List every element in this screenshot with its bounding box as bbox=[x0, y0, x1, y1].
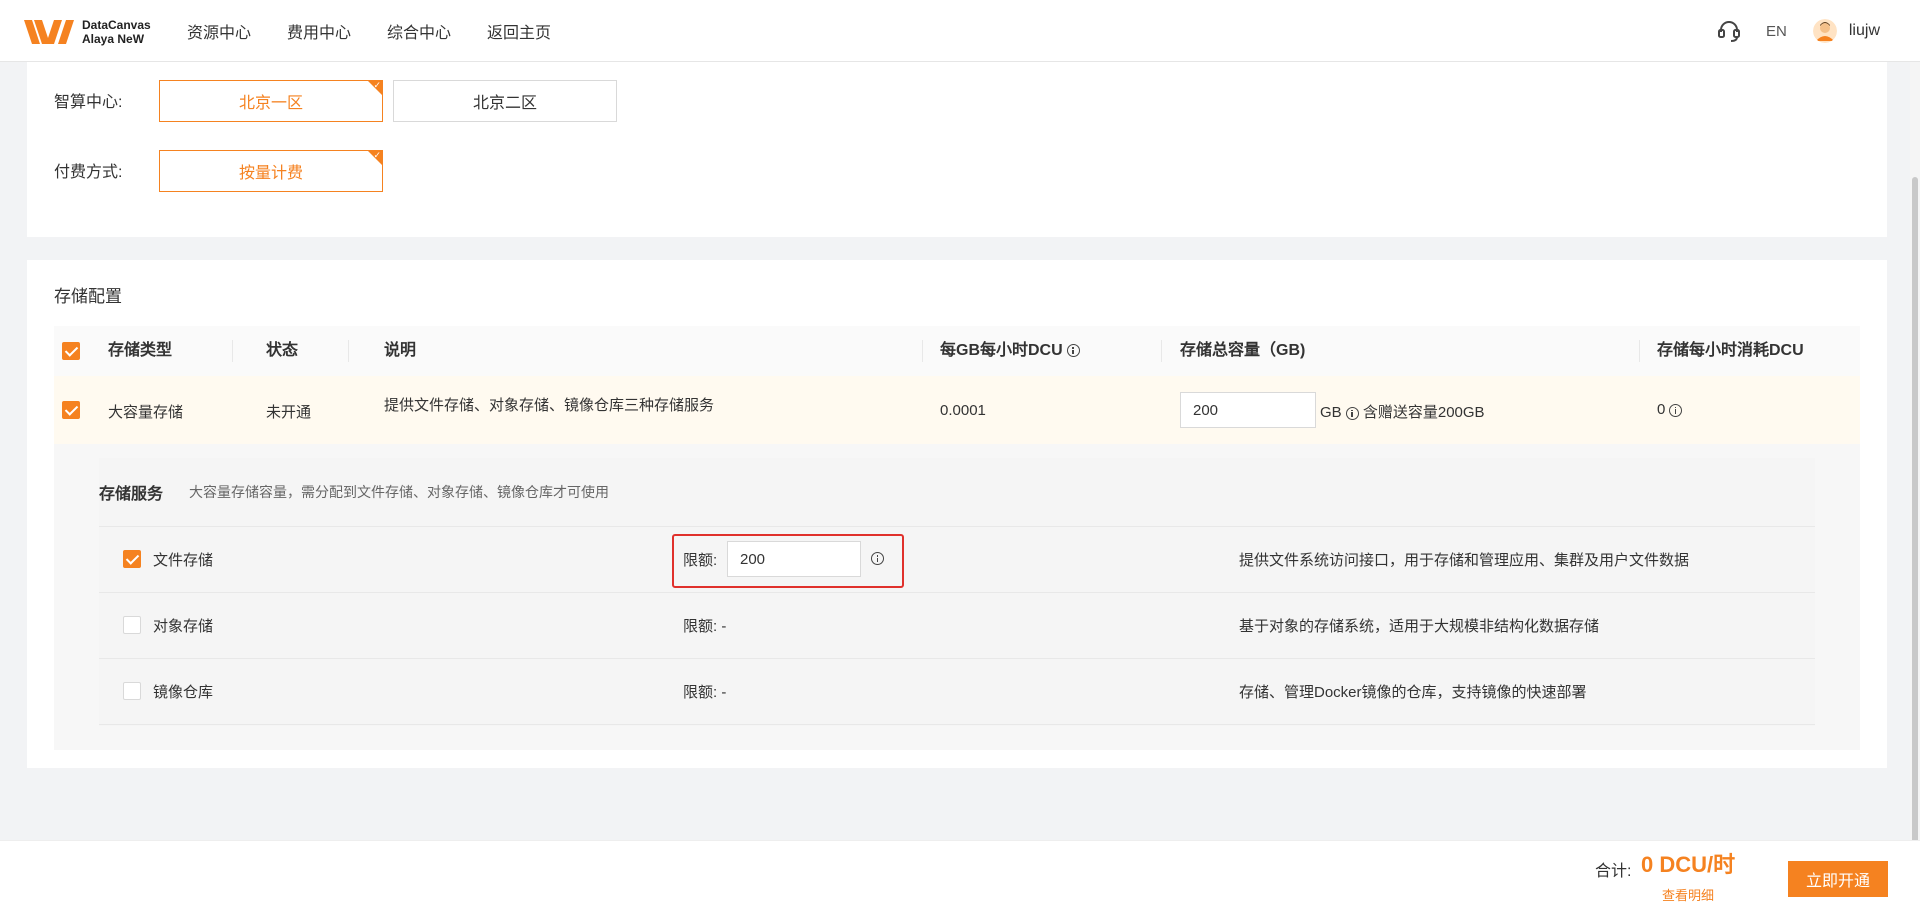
limit-label: 限额: bbox=[683, 684, 718, 701]
column-divider bbox=[232, 340, 233, 362]
service-description: 提供文件系统访问接口，用于存储和管理应用、集群及用户文件数据 bbox=[1239, 552, 1690, 569]
nav-general-center[interactable]: 综合中心 bbox=[387, 19, 451, 43]
main-nav: 资源中心 费用中心 综合中心 返回主页 bbox=[187, 0, 587, 62]
activate-now-button[interactable]: 立即开通 bbox=[1788, 861, 1888, 897]
service-name: 镜像仓库 bbox=[153, 684, 214, 701]
storage-services-expand: 存储服务 大容量存储容量，需分配到文件存储、对象存储、镜像仓库才可使用 文件存储… bbox=[54, 444, 1860, 750]
col-storage-type: 存储类型 bbox=[108, 342, 173, 359]
service-row-file-storage: 文件存储 限额: 提供文件系统访问接口，用于存储和管理应用、集群及用户文件数据 bbox=[99, 526, 1815, 593]
select-all-checkbox[interactable] bbox=[62, 342, 80, 360]
col-status: 状态 bbox=[266, 342, 299, 359]
language-switch[interactable]: EN bbox=[1766, 23, 1787, 40]
storage-status: 未开通 bbox=[266, 404, 312, 421]
object-storage-checkbox[interactable] bbox=[123, 616, 141, 634]
column-divider bbox=[1161, 340, 1162, 362]
logo-line1: DataCanvas bbox=[82, 18, 151, 32]
center-option-beijing-1[interactable]: 北京一区 ✓ bbox=[159, 80, 383, 122]
check-icon: ✓ bbox=[373, 80, 381, 90]
logo[interactable]: DataCanvas Alaya NeW bbox=[24, 18, 151, 46]
username[interactable]: liujw bbox=[1849, 22, 1880, 40]
user-avatar-icon[interactable] bbox=[1812, 19, 1837, 43]
table-row-mass-storage: 大容量存储 未开通 提供文件存储、对象存储、镜像仓库三种存储服务 0.0001 … bbox=[54, 376, 1860, 445]
datacanvas-logo-icon bbox=[24, 20, 74, 44]
col-total-capacity: 存储总容量（GB) bbox=[1180, 342, 1306, 359]
total-label: 合计: bbox=[1595, 863, 1632, 880]
storage-services-panel: 存储服务 大容量存储容量，需分配到文件存储、对象存储、镜像仓库才可使用 文件存储… bbox=[99, 458, 1815, 726]
header-right: EN liujw bbox=[1716, 0, 1880, 62]
region-config-card: 智算中心: 北京一区 ✓ 北京二区 付费方式: 按量计费 ✓ bbox=[27, 62, 1887, 237]
storage-services-title: 存储服务 bbox=[99, 486, 164, 503]
compute-center-label: 智算中心: bbox=[54, 94, 123, 111]
total-capacity-input[interactable] bbox=[1180, 392, 1316, 428]
hourly-dcu-value: 0 bbox=[1657, 401, 1666, 418]
storage-type: 大容量存储 bbox=[108, 404, 184, 421]
center-option-label: 北京一区 bbox=[238, 95, 303, 112]
col-description: 说明 bbox=[384, 342, 417, 359]
total-value: 0 DCU/时 bbox=[1641, 852, 1736, 877]
storage-config-card: 存储配置 存储类型 状态 说明 每GB每小时DCU 存储总容量（GB) 存储每小… bbox=[27, 260, 1887, 768]
service-name: 对象存储 bbox=[153, 618, 214, 635]
center-option-label: 北京二区 bbox=[472, 95, 537, 112]
limit-label-group: 限额: - bbox=[683, 615, 726, 636]
headset-support-icon[interactable] bbox=[1716, 18, 1742, 44]
payment-method-label: 付费方式: bbox=[54, 164, 123, 181]
center-option-beijing-2[interactable]: 北京二区 bbox=[393, 80, 617, 122]
payment-option-pay-as-you-go[interactable]: 按量计费 ✓ bbox=[159, 150, 383, 192]
service-row-object-storage: 对象存储 限额: - 基于对象的存储系统，适用于大规模非结构化数据存储 bbox=[99, 592, 1815, 659]
service-description: 基于对象的存储系统，适用于大规模非结构化数据存储 bbox=[1239, 618, 1600, 635]
info-icon[interactable] bbox=[1345, 406, 1359, 420]
info-icon[interactable] bbox=[871, 552, 884, 565]
dcu-per-gb-value: 0.0001 bbox=[940, 402, 986, 419]
storage-table-header: 存储类型 状态 说明 每GB每小时DCU 存储总容量（GB) 存储每小时消耗DC… bbox=[54, 326, 1860, 377]
hourly-dcu-group: 0 bbox=[1657, 401, 1683, 418]
file-storage-checkbox[interactable] bbox=[123, 550, 141, 568]
col-dcu-per-gb: 每GB每小时DCU bbox=[940, 326, 1080, 376]
top-header: DataCanvas Alaya NeW 资源中心 费用中心 综合中心 返回主页… bbox=[0, 0, 1920, 62]
col-hourly-dcu: 存储每小时消耗DCU bbox=[1657, 342, 1804, 359]
payment-option-label: 按量计费 bbox=[238, 165, 303, 182]
column-divider bbox=[922, 340, 923, 362]
gift-capacity-text: 含赠送容量200GB bbox=[1362, 404, 1485, 421]
service-name: 文件存储 bbox=[153, 552, 214, 569]
service-row-image-registry: 镜像仓库 限额: - 存储、管理Docker镜像的仓库，支持镜像的快速部署 bbox=[99, 658, 1815, 725]
check-icon: ✓ bbox=[373, 150, 381, 160]
nav-resource-center[interactable]: 资源中心 bbox=[187, 19, 251, 43]
nav-back-home[interactable]: 返回主页 bbox=[487, 19, 551, 43]
limit-label: 限额: bbox=[683, 552, 718, 569]
image-registry-checkbox[interactable] bbox=[123, 682, 141, 700]
logo-line2: Alaya NeW bbox=[82, 32, 145, 46]
storage-services-desc: 大容量存储容量，需分配到文件存储、对象存储、镜像仓库才可使用 bbox=[189, 484, 609, 500]
info-icon[interactable] bbox=[1669, 403, 1683, 417]
service-description: 存储、管理Docker镜像的仓库，支持镜像的快速部署 bbox=[1239, 684, 1587, 701]
column-divider bbox=[1639, 340, 1640, 362]
view-details-link[interactable]: 查看明细 bbox=[1662, 885, 1714, 904]
nav-billing-center[interactable]: 费用中心 bbox=[287, 19, 351, 43]
storage-config-title: 存储配置 bbox=[54, 287, 122, 306]
limit-label-group: 限额: - bbox=[683, 681, 726, 702]
logo-text: DataCanvas Alaya NeW bbox=[82, 18, 151, 46]
limit-label: 限额: bbox=[683, 618, 718, 635]
info-icon[interactable] bbox=[1066, 344, 1080, 358]
limit-value: - bbox=[721, 618, 727, 635]
file-storage-limit-input[interactable] bbox=[727, 541, 861, 577]
storage-description: 提供文件存储、对象存储、镜像仓库三种存储服务 bbox=[384, 397, 715, 414]
col-dcu-per-gb-label: 每GB每小时DCU bbox=[940, 342, 1063, 359]
capacity-unit: GB bbox=[1320, 404, 1342, 421]
storage-services-header: 存储服务 大容量存储容量，需分配到文件存储、对象存储、镜像仓库才可使用 bbox=[99, 458, 1815, 527]
bottom-action-bar: 合计: 0 DCU/时 查看明细 立即开通 bbox=[0, 840, 1920, 913]
limit-value: - bbox=[721, 684, 727, 701]
scrollbar-thumb[interactable] bbox=[1912, 177, 1918, 897]
column-divider bbox=[348, 340, 349, 362]
capacity-unit-group: GB 含赠送容量200GB bbox=[1320, 401, 1485, 422]
row-checkbox[interactable] bbox=[62, 401, 80, 419]
page-scrollbar[interactable] bbox=[1910, 62, 1920, 912]
